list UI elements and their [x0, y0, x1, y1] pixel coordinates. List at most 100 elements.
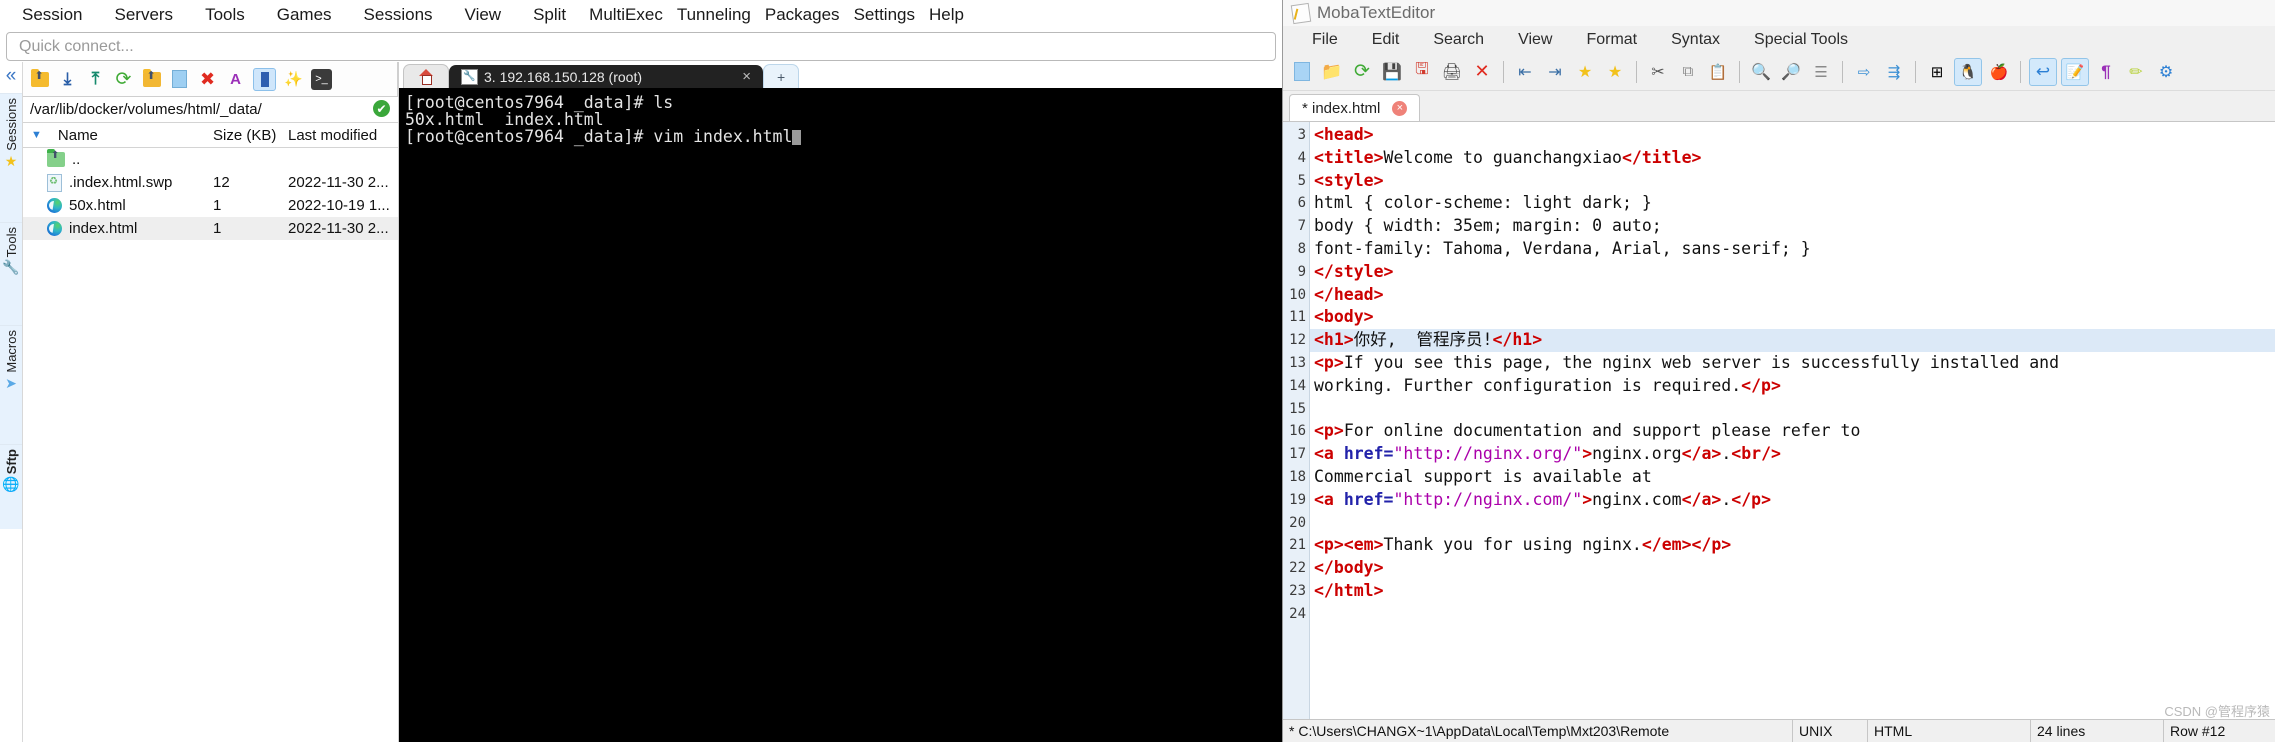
add-bookmark-icon[interactable]: ★ — [1572, 59, 1598, 85]
code-line[interactable] — [1310, 398, 2275, 421]
print-icon[interactable]: 🖨 — [1439, 59, 1465, 85]
collapse-chevron-icon[interactable]: « — [6, 62, 17, 93]
code-line[interactable]: <body> — [1310, 306, 2275, 329]
text-mode-icon[interactable]: A — [225, 69, 246, 90]
status-syntax[interactable]: HTML — [1868, 720, 2031, 742]
decrease-indent-icon[interactable]: ⇤ — [1512, 59, 1538, 85]
tab-special-tools[interactable]: Special Tools — [1737, 31, 1865, 49]
column-header-name[interactable]: ▼ Name — [23, 127, 213, 144]
tab-view[interactable]: View — [1501, 31, 1569, 49]
undo-icon[interactable]: ↩ — [2029, 57, 2057, 86]
send-to-remote-icon[interactable]: ⇨ — [1851, 59, 1877, 85]
sidebar-item-sessions[interactable]: Sessions ★ — [0, 93, 22, 222]
tab-session-192-168-150-128[interactable]: 🔧 3. 192.168.150.128 (root) × — [449, 65, 763, 88]
code-line[interactable]: <title>Welcome to guanchangxiao</title> — [1310, 147, 2275, 170]
open-folder-icon[interactable]: 📁 — [1319, 59, 1345, 85]
tab-file[interactable]: File — [1295, 31, 1355, 49]
code-line[interactable]: </body> — [1310, 557, 2275, 580]
new-file-icon[interactable] — [169, 69, 190, 90]
terminal-output[interactable]: [root@centos7964 _data]# ls 50x.html ind… — [399, 88, 1282, 742]
sidebar-item-macros[interactable]: Macros ➤ — [0, 325, 22, 444]
menu-item-tunneling[interactable]: Tunneling — [670, 5, 758, 25]
tab-syntax[interactable]: Syntax — [1654, 31, 1737, 49]
copy-icon[interactable]: ⧉ — [1675, 59, 1701, 85]
column-header-size[interactable]: Size (KB) — [213, 127, 288, 144]
tab-index-html[interactable]: * index.html × — [1289, 94, 1421, 121]
show-paragraph-icon[interactable]: ¶ — [2093, 59, 2119, 85]
sftp-path-bar[interactable]: /var/lib/docker/volumes/html/_data/ ✔ — [23, 97, 398, 123]
mac-format-icon[interactable]: 🍎 — [1986, 59, 2012, 85]
code-line[interactable]: </html> — [1310, 580, 2275, 603]
new-file-icon[interactable] — [1289, 59, 1315, 85]
menu-item-multiexec[interactable]: MultiExec — [582, 5, 670, 25]
code-line[interactable]: <h1>你好, 管程序员!</h1> — [1310, 329, 2275, 352]
tab-new-session[interactable]: + — [763, 64, 800, 88]
code-line[interactable] — [1310, 512, 2275, 535]
close-file-icon[interactable]: ✕ — [1469, 59, 1495, 85]
table-row[interactable]: .. — [23, 148, 398, 171]
increase-indent-icon[interactable]: ⇥ — [1542, 59, 1568, 85]
code-line[interactable]: font-family: Tahoma, Verdana, Arial, san… — [1310, 238, 2275, 261]
menu-item-session[interactable]: Session — [6, 5, 98, 25]
menu-item-settings[interactable]: Settings — [847, 5, 922, 25]
sidebar-item-tools[interactable]: Tools 🔧 — [0, 222, 22, 325]
download-icon[interactable]: ⤓ — [57, 69, 78, 90]
settings-icon[interactable]: ⚙ — [2153, 59, 2179, 85]
reload-icon[interactable]: ⟳ — [1349, 59, 1375, 85]
find-icon[interactable]: 🔍 — [1748, 59, 1774, 85]
code-line[interactable]: <a href="http://nginx.org/">nginx.org</a… — [1310, 443, 2275, 466]
menu-item-games[interactable]: Games — [261, 5, 348, 25]
menu-item-servers[interactable]: Servers — [98, 5, 189, 25]
code-line[interactable]: </head> — [1310, 284, 2275, 307]
menu-item-help[interactable]: Help — [922, 5, 971, 25]
table-row[interactable]: 50x.html 1 2022-10-19 1... — [23, 194, 398, 217]
code-line[interactable]: <p><em>Thank you for using nginx.</em></… — [1310, 534, 2275, 557]
code-line[interactable]: Commercial support is available at — [1310, 466, 2275, 489]
table-row[interactable]: .index.html.swp 12 2022-11-30 2... — [23, 171, 398, 194]
refresh-icon[interactable]: ⟳ — [113, 69, 134, 90]
follow-terminal-folder-icon[interactable] — [253, 67, 276, 91]
save-as-icon[interactable]: 🖫 — [1409, 59, 1435, 85]
tab-edit[interactable]: Edit — [1355, 31, 1417, 49]
quick-connect-input[interactable]: Quick connect... — [6, 32, 1276, 61]
code-content[interactable]: <head> <title>Welcome to guanchangxiao</t… — [1310, 122, 2275, 719]
menu-item-packages[interactable]: Packages — [758, 5, 847, 25]
table-row[interactable]: index.html 1 2022-11-30 2... — [23, 217, 398, 240]
tab-format[interactable]: Format — [1569, 31, 1654, 49]
close-icon[interactable]: × — [742, 68, 751, 85]
code-line[interactable]: <p>If you see this page, the nginx web s… — [1310, 352, 2275, 375]
goto-line-icon[interactable]: ☰ — [1808, 59, 1834, 85]
code-line[interactable]: html { color-scheme: light dark; } — [1310, 192, 2275, 215]
sidebar-item-sftp[interactable]: Sftp 🌐 — [0, 444, 22, 529]
highlight-icon[interactable]: ✏ — [2123, 59, 2149, 85]
code-line[interactable] — [1310, 603, 2275, 626]
replace-icon[interactable]: 🔎 — [1778, 59, 1804, 85]
status-line-ending[interactable]: UNIX — [1793, 720, 1868, 742]
code-line[interactable]: <style> — [1310, 170, 2275, 193]
code-line[interactable]: <head> — [1310, 124, 2275, 147]
compare-icon[interactable]: ⇶ — [1881, 59, 1907, 85]
new-folder-icon[interactable] — [141, 68, 162, 90]
column-header-modified[interactable]: Last modified — [288, 127, 398, 144]
menu-item-tools[interactable]: Tools — [189, 5, 261, 25]
code-line[interactable]: working. Further configuration is requir… — [1310, 375, 2275, 398]
code-editor[interactable]: 3 4 5 6 7 8 9 10 11 12 13 14 15 16 17 18 19 20 21 22 23 24 <h… — [1283, 121, 2275, 719]
next-bookmark-icon[interactable]: ★ — [1602, 59, 1628, 85]
delete-icon[interactable]: ✖ — [197, 69, 218, 90]
menu-item-split[interactable]: Split — [517, 5, 582, 25]
cut-icon[interactable]: ✂ — [1645, 59, 1671, 85]
parent-folder-icon[interactable] — [29, 68, 50, 90]
unix-format-icon[interactable]: 🐧 — [1954, 57, 1982, 86]
code-line[interactable]: <a href="http://nginx.com/">nginx.com</a… — [1310, 489, 2275, 512]
tab-search[interactable]: Search — [1416, 31, 1501, 49]
upload-icon[interactable]: ⤒ — [85, 69, 106, 90]
magic-wand-icon[interactable]: ✨ — [283, 69, 304, 90]
paste-icon[interactable]: 📋 — [1705, 59, 1731, 85]
save-icon[interactable]: 💾 — [1379, 59, 1405, 85]
menu-item-sessions[interactable]: Sessions — [348, 5, 449, 25]
windows-format-icon[interactable]: ⊞ — [1924, 59, 1950, 85]
code-line[interactable]: <p>For online documentation and support … — [1310, 420, 2275, 443]
close-icon[interactable]: × — [1392, 100, 1408, 116]
code-line[interactable]: </style> — [1310, 261, 2275, 284]
open-terminal-icon[interactable]: >_ — [311, 68, 332, 90]
